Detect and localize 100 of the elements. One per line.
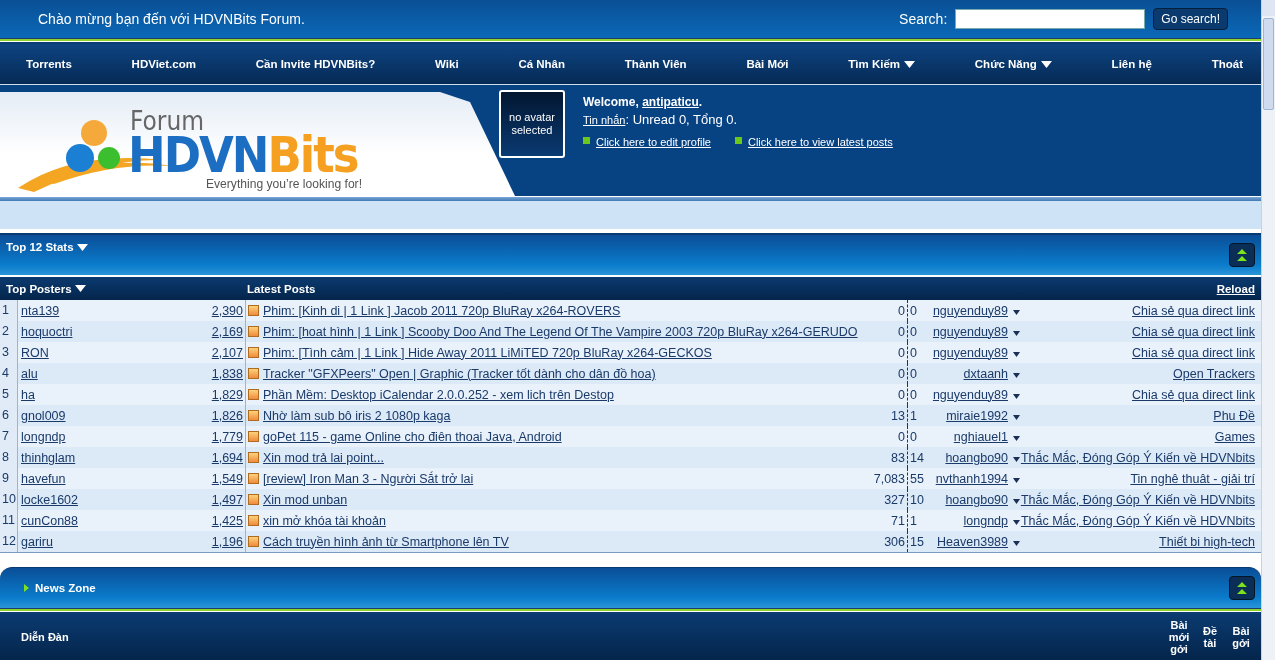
forum-link[interactable]: Thắc Mắc, Đóng Góp Ý Kiến về HDVNbits: [1020, 513, 1255, 528]
post-count-link[interactable]: 1,779: [211, 429, 243, 444]
nav-link[interactable]: Thoát: [1211, 58, 1243, 70]
post-count-link[interactable]: 1,549: [211, 471, 243, 486]
post-count-link[interactable]: 1,838: [211, 366, 243, 381]
search-field[interactable]: [955, 9, 1146, 29]
poster-link[interactable]: gariru: [21, 534, 53, 549]
reload-link[interactable]: Reload: [1216, 282, 1255, 295]
search-button[interactable]: Go search!: [1153, 8, 1228, 30]
rank-number: 10: [0, 489, 18, 510]
caret-icon: [74, 285, 86, 292]
thread-link[interactable]: Phim: [Kinh di | 1 Link ] Jacob 2011 720p BluRay x264-ROVERS: [263, 303, 621, 318]
nav-link[interactable]: Wiki: [435, 58, 459, 70]
poster-link[interactable]: havefun: [21, 471, 66, 486]
thread-link[interactable]: goPet 115 - game Online cho điên thoai Java, Android: [263, 429, 562, 444]
caret-icon: [1013, 309, 1020, 315]
thread-icon: [248, 515, 259, 526]
thread-icon: [248, 410, 259, 421]
poster-link[interactable]: thinhglam: [21, 450, 76, 465]
post-count-link[interactable]: 2,107: [211, 345, 243, 360]
section-title[interactable]: News Zone: [24, 582, 96, 594]
collapse-button[interactable]: [1229, 243, 1255, 267]
thread-link[interactable]: Nhờ làm sub bô iris 2 1080p kaga: [263, 408, 451, 423]
reply-count: 1: [909, 513, 918, 528]
post-count-link[interactable]: 1,829: [211, 387, 243, 402]
thread-link[interactable]: Phim: [Tình cảm | 1 Link ] Hide Away 2011 LiMiTED 720p BluRay x264-GECKOS: [263, 345, 712, 360]
logo[interactable]: Forum HDVNBits Everything you’re looking for!: [14, 100, 366, 192]
user-link[interactable]: longndp: [963, 513, 1008, 528]
post-count-link[interactable]: 2,169: [211, 324, 243, 339]
post-count-link[interactable]: 1,196: [211, 534, 243, 549]
rank-number: 11: [0, 510, 18, 531]
user-link[interactable]: nguyenduy89: [932, 345, 1008, 360]
forum-link[interactable]: Tin nghê thuât - giải trí: [1130, 471, 1255, 486]
thread-link[interactable]: [review] Iron Man 3 - Người Sắt trở lai: [263, 471, 474, 486]
profile-link[interactable]: Click here to view latest posts: [747, 136, 893, 148]
user-link[interactable]: miraie1992: [946, 408, 1008, 423]
poster-link[interactable]: cunCon88: [21, 513, 78, 528]
profile-link[interactable]: Click here to edit profile: [596, 136, 711, 148]
thread-icon: [248, 452, 259, 463]
nav-link[interactable]: Cần Invite HDVNBits?: [255, 58, 376, 70]
section-title[interactable]: Top 12 Stats: [6, 241, 88, 253]
thread-link[interactable]: Phim: [hoat hình | 1 Link ] Scooby Doo And The Legend Of The Vampire 2003 720p BluRay x264-GERUDO: [263, 324, 858, 339]
forum-link[interactable]: Games: [1214, 429, 1255, 444]
post-count-link[interactable]: 1,826: [211, 408, 243, 423]
user-link[interactable]: nguyenduy89: [932, 303, 1008, 318]
post-count-link[interactable]: 1,497: [211, 492, 243, 507]
forum-link[interactable]: Chia sẻ qua direct link: [1132, 387, 1255, 402]
forum-link[interactable]: Phu Đề: [1213, 408, 1255, 423]
caret-icon: [1013, 498, 1020, 504]
thread-link[interactable]: Xin mod unban: [263, 492, 348, 507]
user-link[interactable]: hoangbo90: [945, 492, 1008, 507]
user-link[interactable]: dxtaanh: [963, 366, 1008, 381]
view-count: 0: [897, 345, 905, 360]
nav-link[interactable]: Thành Viên: [624, 58, 687, 70]
thread-link[interactable]: Tracker "GFXPeers" Open | Graphic (Tracker tốt dành cho dân đồ hoa): [263, 366, 656, 381]
forum-link[interactable]: Thắc Mắc, Đóng Góp Ý Kiến về HDVNbits: [1020, 450, 1255, 465]
thread-icon: [248, 536, 259, 547]
poster-link[interactable]: hoquoctri: [21, 324, 73, 339]
user-link[interactable]: Heaven3989: [937, 534, 1008, 549]
forum-link[interactable]: Chia sẻ qua direct link: [1132, 324, 1255, 339]
user-link[interactable]: nghiauel1: [953, 429, 1008, 444]
poster-link[interactable]: locke1602: [21, 492, 78, 507]
poster-link[interactable]: RON: [21, 345, 49, 360]
column-header[interactable]: Top Posters: [6, 282, 247, 295]
forum-link[interactable]: Thắc Mắc, Đóng Góp Ý Kiến về HDVNbits: [1020, 492, 1255, 507]
username-link[interactable]: antipaticu: [642, 95, 699, 109]
poster-link[interactable]: gnol009: [21, 408, 66, 423]
scrollbar[interactable]: [1261, 0, 1275, 660]
poster-link[interactable]: ha: [21, 387, 35, 402]
thread-link[interactable]: Xin mod trả lai point...: [263, 450, 384, 465]
thread-link[interactable]: Cách truyền hình ảnh từ Smartphone lên TV: [263, 534, 509, 549]
thread-link[interactable]: Phần Mềm: Desktop iCalendar 2.0.0.252 - xem lich trên Destop: [263, 387, 614, 402]
nav-link[interactable]: Bài Mới: [746, 58, 789, 70]
thread-link[interactable]: xin mở khóa tài khoản: [263, 513, 386, 528]
nav-link[interactable]: Tìm Kiếm: [848, 58, 915, 70]
poster-link[interactable]: alu: [21, 366, 38, 381]
post-count-link[interactable]: 2,390: [211, 303, 243, 318]
nav-link[interactable]: HDViet.com: [131, 58, 196, 70]
double-up-arrow-icon: [1237, 582, 1247, 594]
post-count-link[interactable]: 1,694: [211, 450, 243, 465]
user-link[interactable]: nguyenduy89: [932, 324, 1008, 339]
forum-link[interactable]: Open Trackers: [1173, 366, 1255, 381]
forum-link[interactable]: Thiết bi high-tech: [1159, 534, 1255, 549]
caret-icon: [1013, 330, 1020, 336]
view-count: 0: [897, 429, 905, 444]
nav-link[interactable]: Chức Năng: [974, 58, 1052, 70]
forum-link[interactable]: Chia sẻ qua direct link: [1132, 345, 1255, 360]
nav-link[interactable]: Torrents: [26, 58, 72, 70]
user-link[interactable]: nvthanh1994: [935, 471, 1008, 486]
poster-link[interactable]: nta139: [21, 303, 60, 318]
poster-link[interactable]: longndp: [21, 429, 66, 444]
reply-count: 0: [909, 303, 918, 318]
nav-link[interactable]: Cá Nhân: [518, 58, 566, 70]
post-count-link[interactable]: 1,425: [211, 513, 243, 528]
user-link[interactable]: nguyenduy89: [932, 387, 1008, 402]
collapse-button[interactable]: [1229, 576, 1255, 600]
forum-link[interactable]: Chia sẻ qua direct link: [1132, 303, 1255, 318]
user-link[interactable]: hoangbo90: [945, 450, 1008, 465]
nav-link[interactable]: Liên hệ: [1111, 58, 1152, 70]
caret-icon: [1013, 351, 1020, 357]
